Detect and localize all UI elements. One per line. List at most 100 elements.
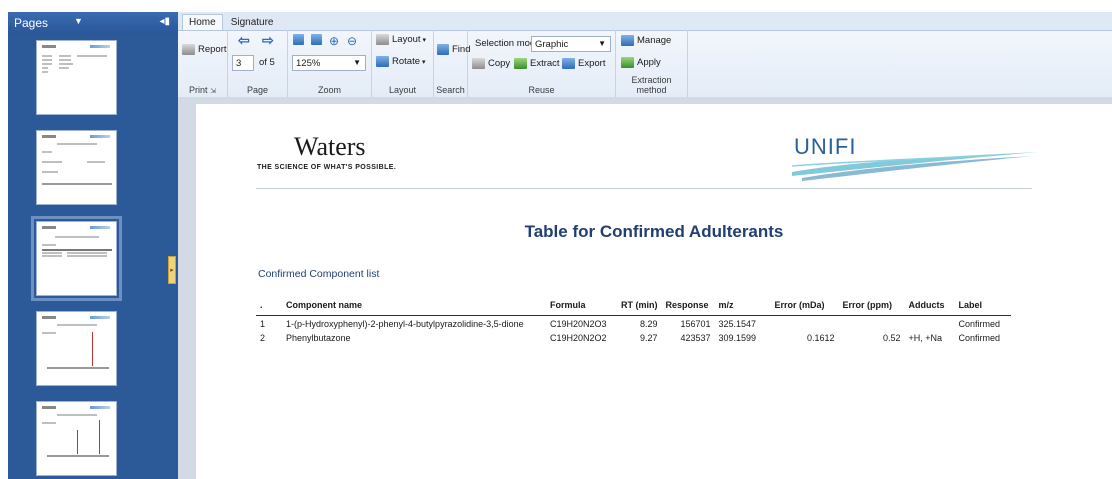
zoom-value: 125% <box>296 58 321 69</box>
rotate-label: Rotate <box>392 56 420 67</box>
unifi-logo: UNIFI <box>792 134 1038 181</box>
table-row: 1 1-(p-Hydroxyphenyl)-2-phenyl-4-butylpy… <box>256 316 1011 331</box>
table-header-row: . Component name Formula RT (min) Respon… <box>256 298 1011 316</box>
extract-label: Extract <box>530 58 560 69</box>
manage-button[interactable]: Manage <box>621 35 671 46</box>
table-row: 2 Phenylbutazone C19H20N2O2 9.27 423537 … <box>256 330 1011 344</box>
column-header: Response <box>661 298 715 316</box>
collapse-panel-icon[interactable]: ◂▮ <box>159 16 170 27</box>
next-page-button[interactable]: ⇨ <box>262 32 274 49</box>
table-cell <box>839 316 905 331</box>
zoom-in-icon: ⊕ <box>329 34 340 48</box>
printer-icon <box>182 44 195 55</box>
table-cell: 423537 <box>680 333 711 343</box>
tab-home[interactable]: Home <box>182 14 223 30</box>
waters-tagline: THE SCIENCE OF WHAT'S POSSIBLE. <box>257 164 397 171</box>
reuse-group-label: Reuse <box>528 85 555 95</box>
pages-panel: Pages ▼ ◂▮ <box>8 12 179 479</box>
column-header: . <box>256 298 282 316</box>
column-header: RT (min) <box>617 298 662 316</box>
copy-label: Copy <box>488 58 511 69</box>
waters-logo: Waters <box>294 132 366 161</box>
apply-icon <box>621 57 634 68</box>
rotate-menu-button[interactable]: Rotate ▾ <box>376 56 426 67</box>
column-header: Adducts <box>904 298 955 316</box>
column-header: Error (ppm) <box>838 298 905 316</box>
table-cell: 8.29 <box>639 319 658 329</box>
arrow-left-icon: ⇦ <box>238 32 250 48</box>
zoom-out-button[interactable]: ⊖ <box>347 34 357 48</box>
unifi-logo-text: UNIFI <box>794 134 856 159</box>
column-header: m/z <box>714 298 771 316</box>
table-cell: C19H20N2O2 <box>550 333 607 343</box>
ribbon-toolbar: Home Signature Report Print ⇲ ⇦ ⇨ 3 of 5… <box>178 12 1112 98</box>
export-button[interactable]: Export <box>562 58 605 69</box>
document-page: Waters THE SCIENCE OF WHAT'S POSSIBLE. U… <box>196 104 1112 479</box>
table-cell: 156701 <box>680 319 711 329</box>
chevron-down-icon: ▼ <box>353 58 361 67</box>
apply-button[interactable]: Apply <box>621 57 661 68</box>
table-cell: +H, +Na <box>908 333 943 343</box>
copy-button[interactable]: Copy <box>472 58 510 69</box>
find-button[interactable]: Find <box>437 44 470 55</box>
table-cell <box>905 316 955 331</box>
report-button[interactable]: Report <box>182 44 227 55</box>
pages-panel-title: Pages <box>14 16 49 30</box>
page-count: of 5 <box>259 57 275 68</box>
page-number-input[interactable]: 3 <box>232 55 254 71</box>
table-cell: Phenylbutazone <box>286 333 351 343</box>
zoom-group: ⊕ ⊖ 125% ▼ Zoom <box>288 30 372 97</box>
tab-signature[interactable]: Signature <box>225 15 280 30</box>
zoom-select[interactable]: 125% ▼ <box>292 55 366 71</box>
fit-width-icon <box>293 34 304 45</box>
table-cell: 0.1612 <box>806 333 835 343</box>
page-thumbnail-2[interactable] <box>36 130 117 205</box>
table-cell: 309.1599 <box>718 333 757 343</box>
column-header: Label <box>954 298 1011 316</box>
layout-group-label: Layout <box>388 85 417 95</box>
layout-icon <box>376 34 389 45</box>
table-cell: 0.52 <box>882 333 901 343</box>
chevron-down-icon: ▾ <box>422 58 426 66</box>
pages-panel-header: Pages ▼ ◂▮ <box>8 12 178 34</box>
header-divider <box>256 188 1032 189</box>
dialog-launcher-icon[interactable]: ⇲ <box>210 88 216 95</box>
section-title: Confirmed Component list <box>258 268 380 280</box>
fit-width-button[interactable] <box>293 34 307 45</box>
table-cell: 1-(p-Hydroxyphenyl)-2-phenyl-4-butylpyra… <box>286 319 524 329</box>
page-group-label: Page <box>246 85 269 95</box>
page-thumbnail-3[interactable] <box>31 216 122 301</box>
search-group: Find Search <box>434 30 470 97</box>
extract-icon <box>514 58 527 69</box>
previous-page-button[interactable]: ⇦ <box>238 32 250 49</box>
manage-icon <box>621 35 634 46</box>
panel-splitter-handle[interactable]: ▸ <box>168 256 176 284</box>
extraction-method-group: Manage Apply Extraction method <box>616 30 688 97</box>
chevron-down-icon: ▼ <box>598 39 606 48</box>
layout-menu-button[interactable]: Layout ▾ <box>376 34 426 45</box>
selection-mode-select[interactable]: Graphic ▼ <box>531 36 611 52</box>
table-cell: Confirmed <box>958 319 1001 329</box>
layout-group: Layout ▾ Rotate ▾ Layout <box>372 30 434 97</box>
chevron-down-icon[interactable]: ▼ <box>74 16 83 26</box>
page-thumbnail-5[interactable] <box>36 401 117 476</box>
document-title: Table for Confirmed Adulterants <box>524 222 784 241</box>
copy-icon <box>472 58 485 69</box>
report-button-label: Report <box>198 44 227 55</box>
column-header: Formula <box>546 298 617 316</box>
zoom-in-button[interactable]: ⊕ <box>329 34 339 48</box>
page-thumbnail-4[interactable] <box>36 311 117 386</box>
selection-mode-value: Graphic <box>535 39 569 50</box>
extract-button[interactable]: Extract <box>514 58 560 69</box>
export-label: Export <box>578 58 606 69</box>
table-cell <box>771 316 839 331</box>
extraction-method-group-label: Extraction method <box>631 75 672 95</box>
search-group-label: Search <box>436 85 465 95</box>
page-thumbnail-1[interactable] <box>36 40 117 115</box>
print-group: Report Print ⇲ <box>178 30 228 97</box>
column-header: Error (mDa) <box>770 298 839 316</box>
table-cell: 325.1547 <box>718 319 757 329</box>
ribbon-tabs: Home Signature <box>178 12 1112 31</box>
table-cell: 1 <box>260 319 266 329</box>
fit-height-button[interactable] <box>311 34 325 45</box>
